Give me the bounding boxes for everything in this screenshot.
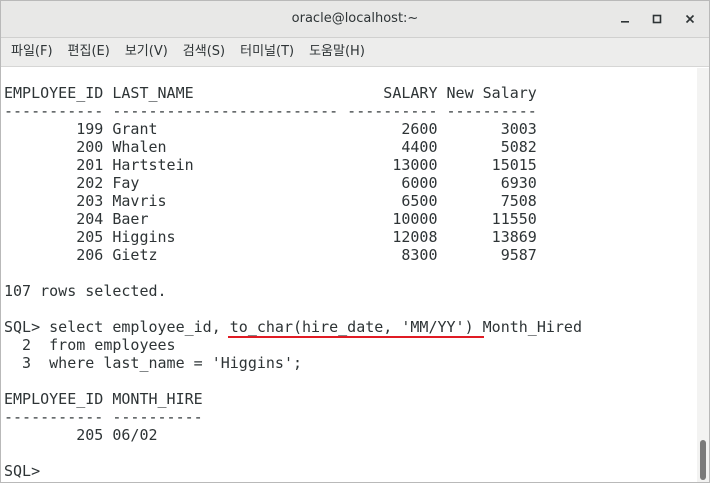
result-row: 199 Grant 2600 3003 <box>4 120 537 138</box>
result-row: 206 Gietz 8300 9587 <box>4 246 537 264</box>
rows-selected-message: 107 rows selected. <box>4 282 167 300</box>
menu-view[interactable]: 보기(V) <box>119 41 174 63</box>
menu-edit[interactable]: 편집(E) <box>62 41 116 63</box>
menu-bar: 파일(F) 편집(E) 보기(V) 검색(S) 터미널(T) 도움말(H) <box>1 38 709 67</box>
menu-help[interactable]: 도움말(H) <box>303 41 371 63</box>
result-row: 204 Baer 10000 11550 <box>4 210 537 228</box>
title-bar[interactable]: oracle@localhost:~ <box>1 1 709 38</box>
terminal-window: oracle@localhost:~ 파일(F) 편집(E) 보기(V) 검색(… <box>0 0 710 483</box>
sql-command-line-1: SQL> select employee_id, to_char(hire_da… <box>4 318 582 336</box>
result-header: EMPLOYEE_ID MONTH_HIRE <box>4 390 203 408</box>
result-row: 202 Fay 6000 6930 <box>4 174 537 192</box>
menu-file[interactable]: 파일(F) <box>5 41 59 63</box>
menu-search[interactable]: 검색(S) <box>177 41 231 63</box>
result-separator: ----------- ---------- <box>4 408 203 426</box>
result-row: 201 Hartstein 13000 15015 <box>4 156 537 174</box>
sql-command-line-3: 3 where last_name = 'Higgins'; <box>4 354 303 372</box>
window-title: oracle@localhost:~ <box>291 11 419 26</box>
close-icon[interactable] <box>678 8 702 30</box>
terminal-output[interactable]: EMPLOYEE_ID LAST_NAME SALARY New Salary … <box>2 68 697 482</box>
maximize-icon[interactable] <box>645 8 669 30</box>
menu-terminal[interactable]: 터미널(T) <box>234 41 300 63</box>
scrollbar-thumb[interactable] <box>700 440 706 480</box>
result-row: 203 Mavris 6500 7508 <box>4 192 537 210</box>
result-separator: ----------- ------------------------- --… <box>4 102 537 120</box>
highlight-underline <box>228 336 484 338</box>
result-header: EMPLOYEE_ID LAST_NAME SALARY New Salary <box>4 84 537 102</box>
sql-prompt[interactable]: SQL> <box>4 462 40 480</box>
minimize-icon[interactable] <box>613 8 637 30</box>
result-row: 205 Higgins 12008 13869 <box>4 228 537 246</box>
sql-command-line-2: 2 from employees <box>4 336 176 354</box>
result-row: 200 Whalen 4400 5082 <box>4 138 537 156</box>
result-row: 205 06/02 <box>4 426 158 444</box>
vertical-scrollbar[interactable] <box>697 68 709 482</box>
